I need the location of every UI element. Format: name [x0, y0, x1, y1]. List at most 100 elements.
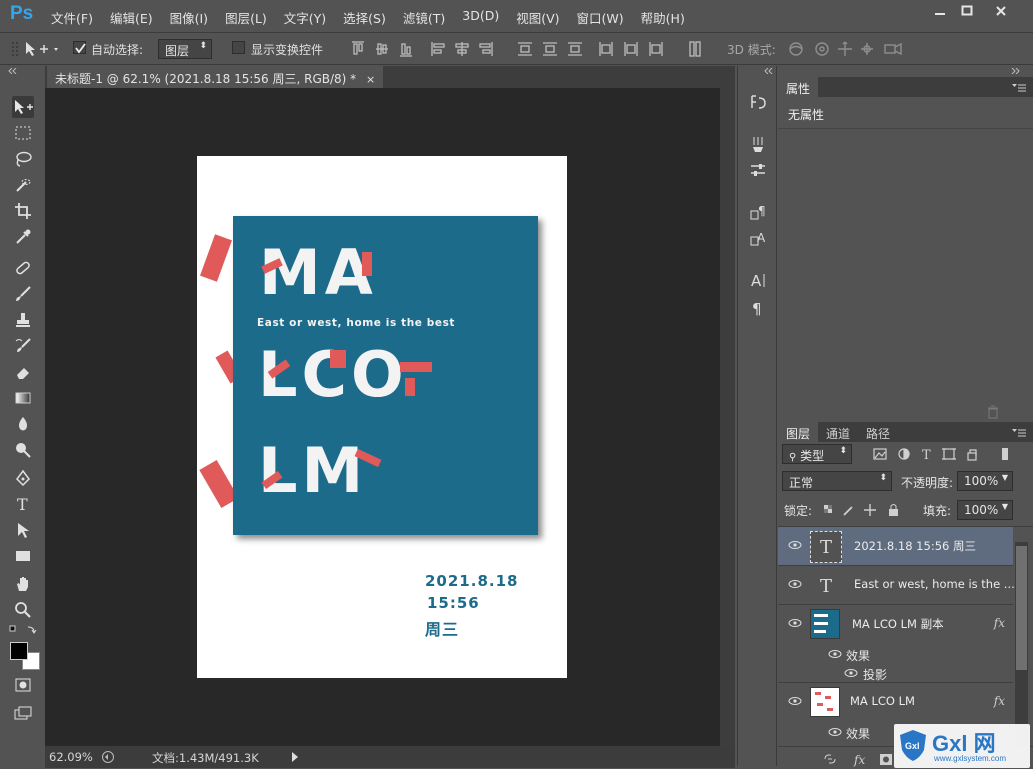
menu-select[interactable]: 选择(S) — [338, 8, 391, 27]
clone-stamp-tool[interactable] — [12, 309, 34, 331]
drop-shadow-row[interactable]: 投影 — [778, 664, 1013, 683]
dodge-tool[interactable] — [12, 439, 34, 461]
panel-menu-icon[interactable] — [1010, 83, 1028, 93]
visibility-eye-icon[interactable] — [844, 668, 858, 678]
panel-expand-icon[interactable] — [1010, 68, 1030, 74]
trash-icon[interactable] — [986, 405, 1000, 419]
document-tab[interactable]: 未标题-1 @ 62.1% (2021.8.18 15:56 周三, RGB/8… — [47, 66, 384, 88]
brush-settings-button[interactable] — [748, 160, 768, 180]
strip-collapse-icon[interactable] — [764, 68, 774, 74]
tab-properties[interactable]: 属性 — [778, 77, 819, 97]
path-selection-tool[interactable] — [12, 519, 34, 541]
layer-row-date-text[interactable]: T 2021.8.18 15:56 周三 — [778, 527, 1013, 566]
healing-brush-tool[interactable] — [12, 257, 34, 279]
effects-row[interactable]: 效果 — [778, 645, 1013, 664]
visibility-eye-icon[interactable] — [828, 727, 842, 737]
auto-select-dropdown[interactable]: 图层 ⬍ — [158, 39, 212, 59]
menu-help[interactable]: 帮助(H) — [636, 8, 690, 27]
panel-collapse-icon[interactable] — [8, 68, 38, 74]
blur-tool[interactable] — [12, 413, 34, 435]
tab-close-icon[interactable]: × — [366, 73, 375, 86]
layer-name[interactable]: East or west, home is the ... — [854, 577, 1015, 591]
menu-window[interactable]: 窗口(W) — [572, 8, 629, 27]
layers-menu-icon[interactable] — [1010, 428, 1028, 438]
character-panel-button[interactable]: A — [748, 270, 768, 290]
minimize-button[interactable] — [925, 1, 955, 21]
quick-select-tool[interactable] — [12, 174, 34, 196]
eyedropper-tool[interactable] — [12, 226, 34, 248]
tab-layers[interactable]: 图层 — [778, 422, 819, 442]
character-styles-button[interactable]: A — [748, 228, 768, 248]
fill-field[interactable]: 100% ▼ — [957, 500, 1013, 520]
screen-mode-button[interactable] — [12, 702, 34, 724]
layer-name[interactable]: MA LCO LM — [850, 694, 915, 708]
maximize-button[interactable] — [952, 1, 982, 21]
menu-image[interactable]: 图像(I) — [165, 8, 213, 27]
tab-channels[interactable]: 通道 — [818, 422, 858, 442]
move-tool[interactable] — [12, 96, 34, 118]
show-transform-checkbox[interactable] — [232, 41, 245, 54]
svg-text:T: T — [17, 495, 28, 513]
brush-presets-button[interactable] — [748, 134, 768, 154]
brush-tool[interactable] — [12, 283, 34, 305]
pen-tool[interactable] — [12, 467, 34, 489]
menu-view[interactable]: 视图(V) — [511, 8, 564, 27]
lasso-tool[interactable] — [12, 148, 34, 170]
layer-name[interactable]: MA LCO LM 副本 — [852, 616, 944, 632]
menu-type[interactable]: 文字(Y) — [279, 8, 331, 27]
menu-layer[interactable]: 图层(L) — [220, 8, 272, 27]
lock-icons[interactable] — [822, 502, 902, 518]
clone-source-button[interactable]: ¶ — [748, 202, 768, 222]
visibility-eye-icon[interactable] — [788, 618, 802, 628]
mode-3d-label: 3D 模式: — [727, 43, 776, 57]
menu-filter[interactable]: 滤镜(T) — [398, 8, 450, 27]
zoom-tool[interactable] — [12, 599, 34, 621]
layer-effects-icon[interactable]: fx — [994, 694, 1005, 708]
eraser-icon — [17, 368, 29, 379]
blend-mode-dropdown[interactable]: 正常 ⬍ — [782, 471, 892, 491]
layer-filter-dropdown[interactable]: ⚲ 类型 ⬍ — [782, 444, 852, 464]
layer-row-malcolm-copy[interactable]: MA LCO LM 副本 fx 效果 投影 — [778, 605, 1013, 683]
hand-tool[interactable] — [12, 573, 34, 595]
red-stripe-decoration — [330, 350, 346, 368]
history-brush-tool[interactable] — [12, 335, 34, 357]
status-menu-arrow-icon[interactable] — [290, 751, 300, 763]
swap-colors-icon[interactable] — [8, 624, 38, 636]
rectangle-tool[interactable] — [12, 545, 34, 567]
crop-tool[interactable] — [12, 200, 34, 222]
type-tool[interactable]: T — [12, 493, 34, 515]
marquee-tool[interactable] — [12, 122, 34, 144]
menu-3d[interactable]: 3D(D) — [457, 8, 504, 27]
align-distribute-icons[interactable] — [350, 40, 710, 58]
layer-row-tagline-text[interactable]: T East or west, home is the ... — [778, 566, 1015, 605]
close-button[interactable] — [986, 1, 1016, 21]
tab-paths[interactable]: 路径 — [858, 422, 898, 442]
character-icon: A — [751, 272, 765, 289]
quick-mask-button[interactable] — [12, 674, 34, 696]
layer-filter-icons[interactable]: T — [872, 446, 1022, 462]
3d-mode-icons[interactable] — [787, 39, 907, 59]
gradient-tool[interactable] — [12, 387, 34, 409]
zoom-level[interactable]: 62.09% — [49, 750, 93, 764]
layer-name[interactable]: 2021.8.18 15:56 周三 — [854, 538, 976, 554]
poster-line-1: MA — [259, 236, 377, 309]
foreground-color-swatch[interactable] — [10, 642, 28, 660]
visibility-eye-icon[interactable] — [828, 649, 842, 659]
opacity-field[interactable]: 100% ▼ — [957, 471, 1013, 491]
status-info-icon[interactable] — [101, 750, 115, 764]
auto-select-checkbox[interactable] — [73, 41, 86, 54]
paragraph-panel-button[interactable]: ¶ — [748, 298, 768, 318]
layers-scrollbar-thumb[interactable] — [1016, 546, 1027, 670]
history-panel-button[interactable] — [748, 92, 768, 112]
document-tab-bar: 未标题-1 @ 62.1% (2021.8.18 15:56 周三, RGB/8… — [45, 66, 735, 88]
canvas-vertical-scrollbar[interactable] — [720, 88, 735, 746]
visibility-eye-icon[interactable] — [788, 696, 802, 706]
visibility-eye-icon[interactable] — [788, 540, 802, 550]
photoshop-logo: Ps — [10, 3, 34, 24]
menu-edit[interactable]: 编辑(E) — [105, 8, 158, 27]
menu-file[interactable]: 文件(F) — [46, 8, 98, 27]
eraser-tool[interactable] — [12, 361, 34, 383]
move-tool-preset[interactable] — [24, 40, 60, 58]
layer-effects-icon[interactable]: fx — [994, 616, 1005, 630]
visibility-eye-icon[interactable] — [788, 579, 802, 589]
